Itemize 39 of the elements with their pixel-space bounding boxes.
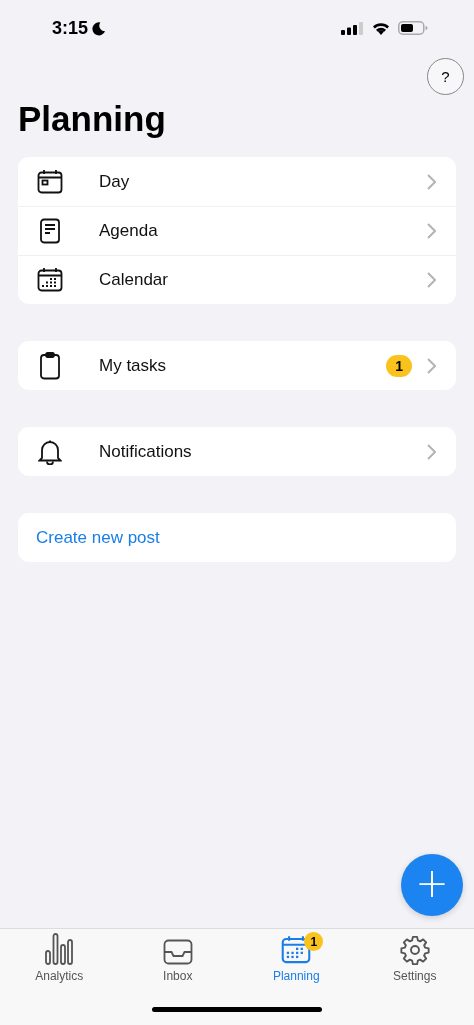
inbox-icon (162, 939, 193, 965)
menu-item[interactable]: Agenda (18, 206, 456, 255)
tab[interactable]: 1 Planning (237, 929, 356, 993)
tab[interactable]: Analytics (0, 929, 119, 993)
menu-label: Calendar (99, 270, 169, 290)
chevron-icon (427, 223, 436, 239)
menu-item[interactable]: Calendar (18, 255, 456, 304)
help-button[interactable]: ? (427, 58, 464, 95)
calendar-icon (281, 935, 312, 965)
battery-icon (398, 21, 428, 35)
add-button[interactable]: + (401, 854, 463, 916)
bar-chart-icon (44, 933, 75, 965)
document-icon (39, 218, 61, 244)
chevron-icon (427, 173, 436, 190)
chevron-icon (427, 357, 436, 374)
status-time: 3:15 (52, 17, 89, 39)
clipboard-icon (39, 351, 61, 380)
menu-item[interactable]: My tasks 1 (18, 341, 456, 390)
menu-label: My tasks (99, 355, 168, 376)
chevron-icon (427, 443, 436, 460)
moon-icon (91, 20, 107, 36)
create-post-link[interactable]: Create new post (36, 527, 160, 548)
menu-item[interactable]: Notifications (18, 427, 456, 476)
wifi-icon (371, 20, 391, 36)
calendar-day-icon (37, 168, 63, 195)
count-badge: 1 (304, 932, 324, 951)
signal-icon (341, 21, 364, 35)
menu-item[interactable]: Day (18, 157, 456, 206)
count-badge: 1 (386, 354, 412, 377)
calendar-icon (37, 267, 63, 293)
menu-label: Day (99, 171, 131, 192)
menu-label: Agenda (99, 221, 159, 241)
tab[interactable]: Inbox (118, 929, 237, 993)
page-title: Planning (18, 99, 167, 139)
tab[interactable]: Settings (355, 929, 474, 993)
chevron-icon (427, 272, 436, 288)
bell-icon (38, 438, 62, 465)
settings-icon (399, 935, 430, 965)
menu-label: Notifications (99, 441, 193, 462)
